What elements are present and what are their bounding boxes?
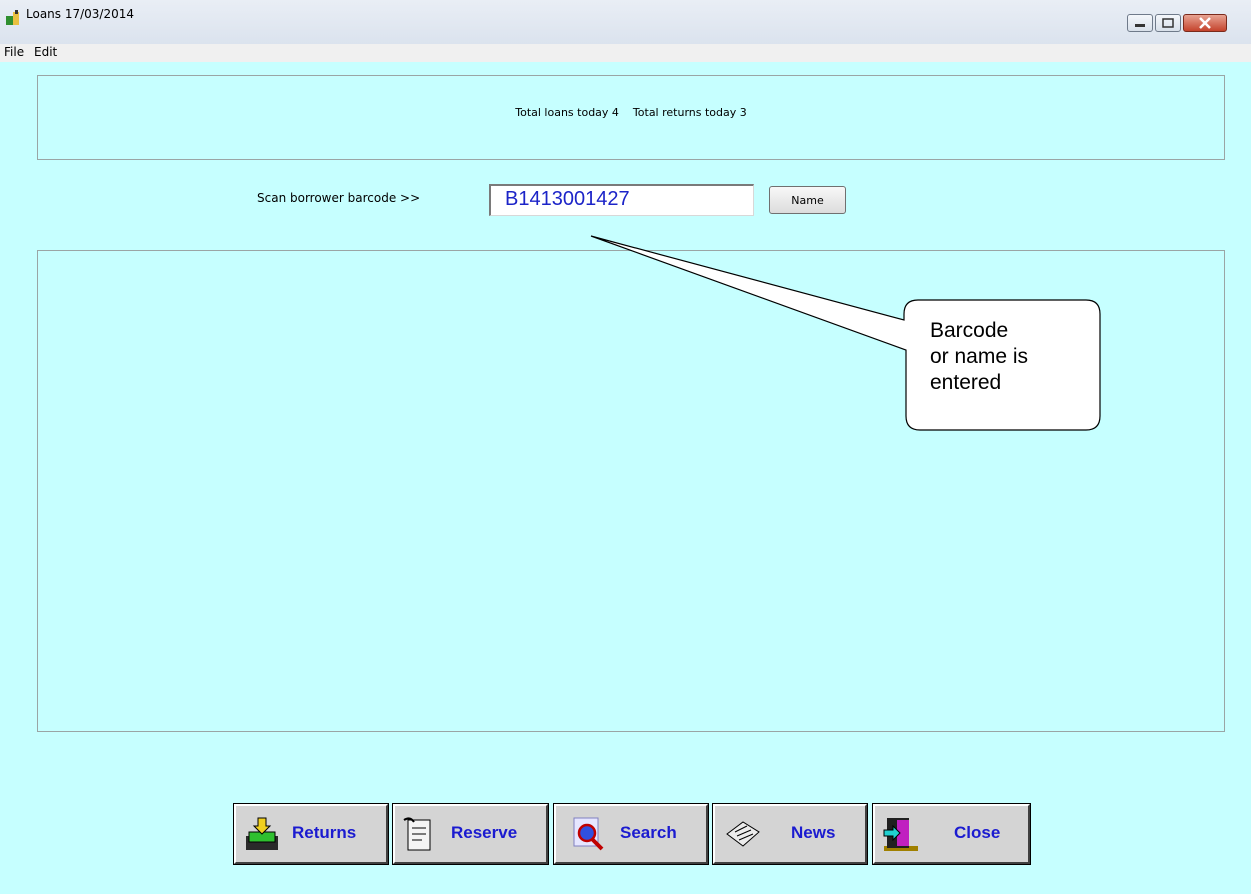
newspaper-icon (726, 821, 760, 847)
callout-line-1: Barcode (930, 319, 1009, 342)
reserve-icon (403, 817, 431, 851)
search-icon (573, 817, 604, 851)
reserve-button[interactable]: Reserve (392, 803, 549, 865)
callout-balloon (590, 235, 1101, 431)
callout-line-3: entered (930, 371, 1002, 394)
close-label: Close (954, 823, 1001, 842)
search-button[interactable]: Search (553, 803, 709, 865)
returns-button[interactable]: Returns (233, 803, 389, 865)
news-button[interactable]: News (712, 803, 868, 865)
callout-text: Barcode or name is entered (930, 318, 1090, 396)
close-button[interactable]: Close (872, 803, 1031, 865)
search-label: Search (620, 823, 677, 842)
exit-door-icon (883, 818, 918, 851)
returns-icon (246, 817, 278, 850)
callout-line-2: or name is (930, 345, 1029, 368)
reserve-label: Reserve (451, 823, 518, 842)
returns-label: Returns (292, 823, 357, 842)
news-label: News (791, 823, 836, 842)
